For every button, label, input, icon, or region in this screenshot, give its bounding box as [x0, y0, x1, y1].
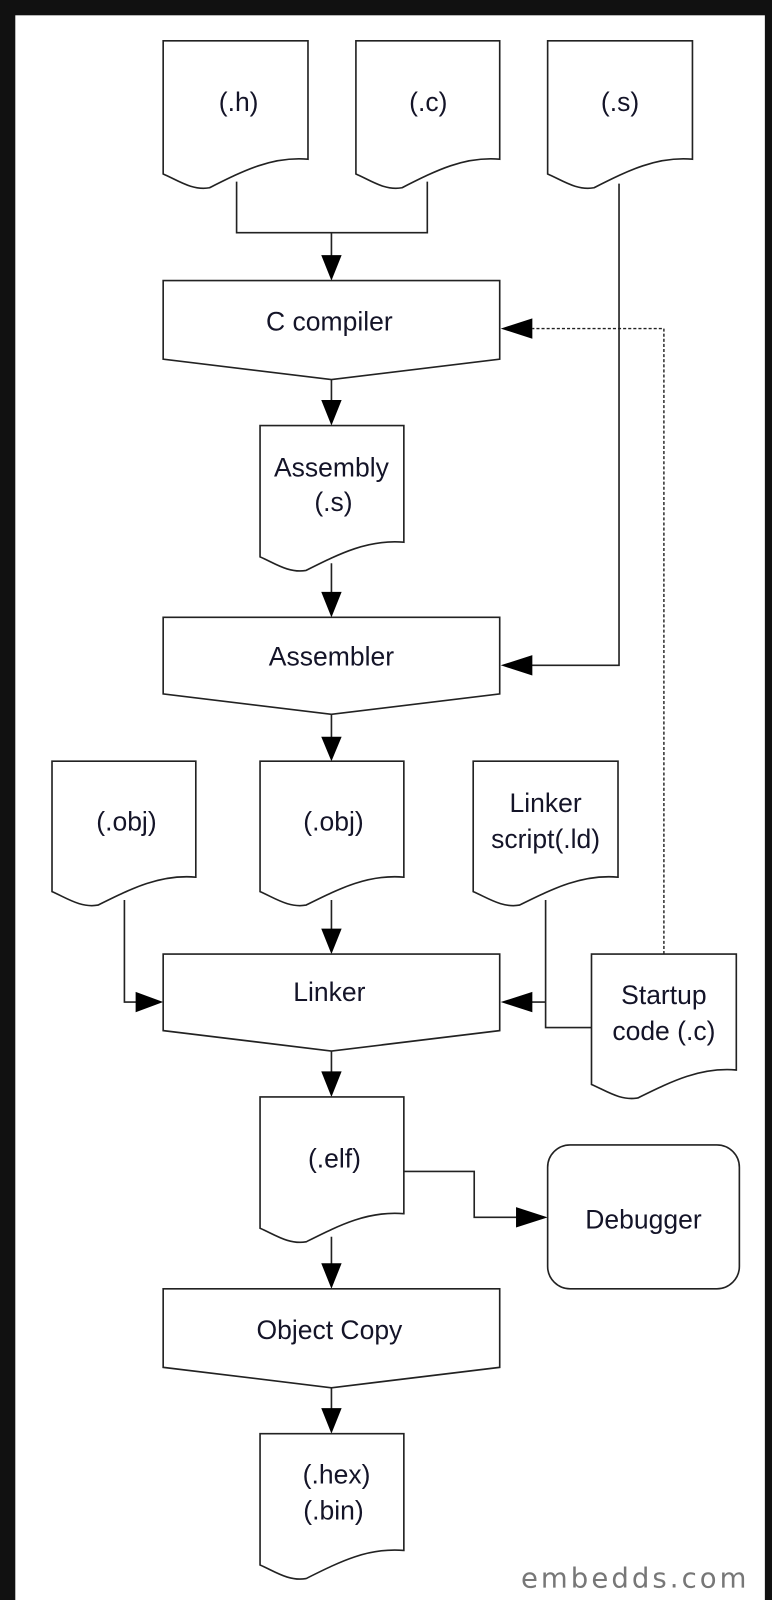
startup-label-line1: Startup: [621, 980, 706, 1010]
output-label-line1: (.hex): [303, 1460, 371, 1490]
c-file-label: (.c): [409, 87, 447, 117]
toolchain-flowchart: (.h) (.c) (.s) C compiler Assembly (.s) …: [15, 15, 765, 1600]
h-file-label: (.h): [219, 87, 259, 117]
obj-mid-label: (.obj): [303, 807, 363, 837]
debugger-label: Debugger: [585, 1205, 702, 1235]
output-label-line2: (.bin): [303, 1495, 363, 1525]
linker-label: Linker: [293, 977, 365, 1007]
s-file-label: (.s): [601, 87, 639, 117]
obj-left-label: (.obj): [96, 807, 156, 837]
assembler-label: Assembler: [269, 641, 394, 671]
assembly-label-line1: Assembly: [274, 453, 390, 483]
watermark: embedds.com: [521, 1563, 750, 1595]
c-compiler-label: C compiler: [266, 307, 393, 337]
startup-label-line2: code (.c): [612, 1016, 715, 1046]
linker-script-label-line1: Linker: [509, 788, 581, 818]
object-copy-label: Object Copy: [256, 1315, 403, 1345]
assembly-label-line2: (.s): [314, 487, 352, 517]
linker-script-label-line2: script(.ld): [491, 824, 600, 854]
elf-label: (.elf): [308, 1143, 361, 1173]
